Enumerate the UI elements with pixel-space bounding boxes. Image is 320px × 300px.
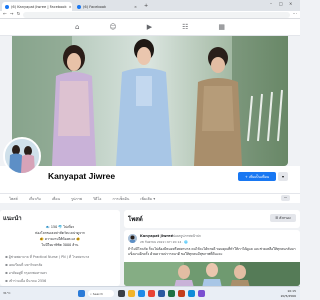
word-icon[interactable]: [158, 290, 165, 297]
avatar-image: [5, 139, 39, 173]
add-icon: +: [244, 174, 248, 179]
back-icon[interactable]: ←: [3, 12, 7, 17]
post-image[interactable]: [124, 262, 300, 286]
intro-bio-line: ท่องโลกของเหล่าสัตว์ทะเลน่าดูจาก: [35, 231, 85, 235]
intro-location-line: ▪ อาศัยอยู่ที่ กรุงเทพมหานคร: [5, 270, 120, 276]
filter-icon: ☰: [275, 216, 279, 220]
intro-work-line: ▪ ผู้ช่วยพยาบาล ที่ Practical Nurse ( PN…: [5, 254, 120, 260]
home-icon[interactable]: ⌂: [75, 23, 79, 31]
browser-tab-facebook[interactable]: (6) Facebook ×: [74, 2, 140, 11]
tab-more[interactable]: เพิ่มเติม ▾: [140, 196, 155, 202]
profile-tabs: โพสต์ เกี่ยวกับ เพื่อน รูปภาพ วิดีโอ การ…: [0, 193, 300, 203]
browser-tab-profile[interactable]: (6) Kanyapat Jiwree | Facebook ×: [2, 2, 72, 11]
tab-posts[interactable]: โพสต์: [9, 196, 18, 202]
posts-header-card: โพสต์ ☰ ตัวกรอง: [124, 210, 300, 228]
clock-date: 20/5/2566: [280, 293, 296, 298]
window-close-icon[interactable]: ×: [289, 1, 292, 6]
intro-education-line: ▪ เคยเรียนที่ มหาวิทยาลัย: [5, 262, 120, 268]
groups-icon[interactable]: ☷: [182, 23, 188, 31]
search-icon: ⌕: [90, 291, 92, 296]
post-author[interactable]: Kanyapat Jiwree: [140, 234, 173, 238]
teams-icon[interactable]: [198, 290, 205, 297]
intro-joined-line: ▪ เข้าร่วมเมื่อ มีนาคม 2556: [5, 278, 120, 284]
excel-icon[interactable]: [168, 290, 175, 297]
file-explorer-icon[interactable]: [128, 290, 135, 297]
tab-friends[interactable]: เพื่อน: [52, 196, 60, 202]
more-options-button[interactable]: ▾: [278, 172, 288, 181]
post-author-avatar[interactable]: [128, 234, 137, 243]
tab-label: (6) Kanyapat Jiwree | Facebook: [11, 4, 67, 9]
posts-filter-button[interactable]: ☰ ตัวกรอง: [270, 214, 296, 222]
cover-photo-image: [12, 36, 288, 166]
add-friend-button[interactable]: + เพิ่มเป็นเพื่อน: [238, 172, 276, 181]
posts-title: โพสต์: [128, 216, 143, 223]
taskbar-search[interactable]: ⌕ Search: [88, 290, 114, 297]
tab-label: (6) Facebook: [83, 4, 107, 9]
watch-icon[interactable]: ▶: [147, 23, 152, 31]
reload-icon[interactable]: ↻: [17, 12, 21, 17]
chevron-down-icon: ▾: [281, 174, 284, 179]
briefcase-icon: ▪: [5, 254, 8, 259]
add-friend-label: เพิ่มเป็นเพื่อน: [248, 174, 270, 179]
post-card: Kanyapat Jiwree อัปเดตรูปภาพหน้าปก 28 กั…: [124, 230, 300, 286]
intro-education-text: เคยเรียนที่ มหาวิทยาลัย: [8, 263, 43, 267]
start-menu-icon[interactable]: [78, 290, 85, 297]
post-date[interactable]: 28 กันยายน 2022 เวลา 20:14 · 🌐: [140, 240, 188, 245]
clock-icon: ▪: [5, 278, 8, 283]
filter-label: ตัวกรอง: [279, 215, 291, 220]
facebook-header: ⌂ ☺ ▶ ☷ ▦: [0, 19, 300, 36]
friends-icon[interactable]: ☺: [109, 23, 116, 31]
forward-icon[interactable]: →: [10, 12, 14, 17]
tab-close-icon[interactable]: ×: [134, 5, 137, 9]
tab-videos[interactable]: วิดีโอ: [93, 196, 101, 202]
graduation-icon: ▪: [5, 262, 8, 267]
intro-location-text: อาศัยอยู่ที่ กรุงเทพมหานคร: [8, 271, 48, 275]
avatar-image: [128, 234, 137, 243]
tab-close-icon[interactable]: ×: [69, 5, 72, 9]
maximize-icon[interactable]: □: [279, 1, 283, 6]
task-view-icon[interactable]: [118, 290, 125, 297]
address-bar: ← → ↻ ⋯: [0, 11, 300, 19]
profile-tabs-more-button[interactable]: ···: [281, 195, 290, 201]
facebook-favicon-icon: [77, 4, 81, 9]
intro-title: แนะนำ: [3, 215, 22, 222]
store-icon[interactable]: [188, 290, 195, 297]
intro-joined-text: เข้าร่วมเมื่อ มีนาคม 2556: [8, 279, 47, 283]
profile-name: Kanyapat Jiwree: [48, 171, 116, 181]
intro-card: แนะนำ 🐟 150 🐬 ไปเที่ยว ท่องโลกของเหล่าสั…: [0, 210, 120, 286]
cover-photo[interactable]: [12, 36, 288, 166]
chrome-icon[interactable]: [148, 290, 155, 297]
browser-tab-bar: (6) Kanyapat Jiwree | Facebook × (6) Fac…: [0, 0, 300, 11]
edge-icon[interactable]: [138, 290, 145, 297]
browser-menu-icon[interactable]: ⋯: [293, 12, 298, 17]
gaming-icon[interactable]: ▦: [218, 23, 225, 31]
post-text: ถ้าไม่มีโรคภัย ก็จะไม่ต้องมีหมอหรือพยาบา…: [128, 247, 296, 257]
minimize-icon[interactable]: –: [270, 1, 272, 6]
intro-bio-line: 🐟 150 🐬 ไปเที่ยว: [45, 225, 75, 229]
facebook-favicon-icon: [5, 4, 9, 9]
tab-about[interactable]: เกี่ยวกับ: [29, 196, 41, 202]
profile-avatar[interactable]: [3, 137, 41, 175]
windows-taskbar: 31°C ⌕ Search 10:15 20/5/2566: [0, 286, 300, 300]
url-field[interactable]: [23, 11, 290, 18]
new-tab-button[interactable]: +: [142, 2, 150, 11]
intro-bio-line: ไม่มีใจมาพิชิต 3000 ล้าน: [41, 243, 79, 247]
system-tray-clock[interactable]: 10:15 20/5/2566: [258, 289, 296, 298]
tab-photos[interactable]: รูปภาพ: [71, 196, 82, 202]
intro-bio-line: 🐠 ความงามใต้ท้องทะเล 🐠: [39, 237, 81, 241]
powerpoint-icon[interactable]: [178, 290, 185, 297]
post-action-text: อัปเดตรูปภาพหน้าปก: [171, 234, 201, 238]
intro-work-text: ผู้ช่วยพยาบาล ที่ Practical Nurse ( PN )…: [8, 255, 90, 259]
tab-checkins[interactable]: การเช็คอิน: [112, 196, 129, 202]
home-icon: ▪: [5, 270, 8, 275]
search-label: Search: [92, 291, 103, 296]
weather-widget[interactable]: 31°C: [3, 291, 10, 295]
